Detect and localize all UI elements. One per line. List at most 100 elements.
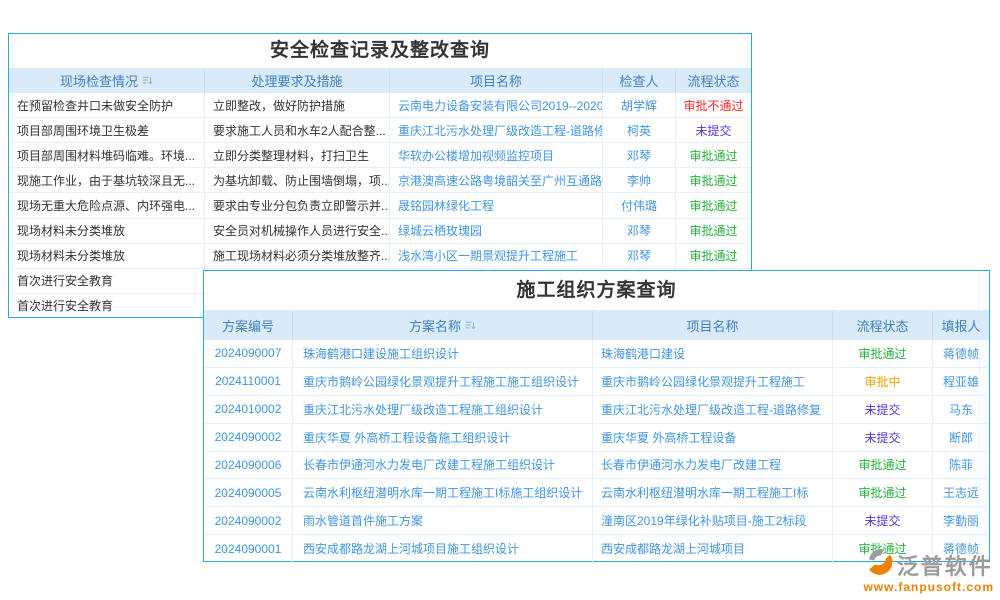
- brand-logo: 泛普软件 www.fanpusoft.com: [863, 547, 994, 594]
- reporter-name: 王志远: [933, 479, 989, 506]
- fanpu-logo-icon: [865, 547, 895, 582]
- project-name-link[interactable]: 长春市伊通河水力发电厂改建工程: [593, 452, 833, 479]
- project-name-link[interactable]: 云南电力设备安装有限公司2019--2020年度: [390, 93, 603, 117]
- action-measures: 安全员对机械操作人员进行安全...: [205, 219, 390, 243]
- action-measures: 要求施工人员和水车2人配合整...: [205, 118, 390, 142]
- inspector-name: 付伟璐: [603, 193, 676, 217]
- plan-code-link[interactable]: 2024090005: [204, 479, 293, 506]
- plan-code-link[interactable]: 2024090007: [204, 340, 293, 367]
- flow-status: 审批不通过: [676, 93, 751, 117]
- inspector-name: 邓琴: [603, 244, 676, 268]
- project-name-link[interactable]: 重庆市鹅岭公园绿化景观提升工程施工: [593, 368, 833, 395]
- flow-status: 审批通过: [676, 244, 751, 268]
- reporter-name: 马东: [933, 396, 989, 423]
- plan-name-link[interactable]: 重庆江北污水处理厂级改造工程施工组织设计: [293, 396, 593, 423]
- brand-website: www.fanpusoft.com: [863, 580, 994, 594]
- table-row: 项目部周围环境卫生极差要求施工人员和水车2人配合整...重庆江北污水处理厂级改造…: [9, 118, 751, 143]
- project-name-link[interactable]: 重庆江北污水处理厂级改造工程-道路修复: [593, 396, 833, 423]
- column-header-flow-status: 流程状态: [833, 310, 933, 340]
- inspection-situation: 首次进行安全教育: [9, 294, 205, 318]
- reporter-name: 断郎: [933, 424, 989, 451]
- flow-status: 未提交: [833, 424, 933, 451]
- project-name-link[interactable]: 云南水利枢纽潜明水库一期工程施工I标: [593, 479, 833, 506]
- action-measures: 立即分类整理材料，打扫卫生: [205, 143, 390, 167]
- table-row: 2024090002重庆华夏 外高桥工程设备施工组织设计重庆华夏 外高桥工程设备…: [204, 424, 989, 452]
- table-row: 在预留检查井口未做安全防护立即整改，做好防护措施云南电力设备安装有限公司2019…: [9, 93, 751, 118]
- table-row: 项目部周围材料堆码临难。环境...立即分类整理材料，打扫卫生华软办公楼增加视频监…: [9, 143, 751, 168]
- column-header-label: 流程状态: [687, 71, 739, 90]
- plan-code-link[interactable]: 2024090001: [204, 535, 293, 562]
- column-header-inspector: 检查人: [603, 68, 676, 93]
- table-row: 2024090005云南水利枢纽潜明水库一期工程施工I标施工组织设计云南水利枢纽…: [204, 479, 989, 507]
- flow-status: 审批通过: [676, 219, 751, 243]
- construction-plan-panel: 施工组织方案查询 方案编号 方案名称 项目名称 流程状态 填报人 2024090…: [203, 270, 990, 562]
- table-row: 现施工作业，由于基坑较深且无...为基坑卸载、防止围墙倒塌，项...京港澳高速公…: [9, 168, 751, 193]
- reporter-name: 李勤丽: [933, 507, 989, 534]
- plan-name-link[interactable]: 西安成都路龙湖上河城项目施工组织设计: [293, 535, 593, 562]
- project-name-link[interactable]: 重庆华夏 外高桥工程设备: [593, 424, 833, 451]
- inspection-situation: 现场材料未分类堆放: [9, 219, 205, 243]
- column-header-plan-name[interactable]: 方案名称: [293, 310, 593, 340]
- plan-code-link[interactable]: 2024090002: [204, 507, 293, 534]
- project-name-link[interactable]: 珠海鹤港口建设: [593, 340, 833, 367]
- action-measures: 立即整改，做好防护措施: [205, 93, 390, 117]
- column-header-plan-code: 方案编号: [204, 310, 293, 340]
- table-row: 2024090002雨水管道首件施工方案潼南区2019年绿化补贴项目-施工2标段…: [204, 507, 989, 535]
- column-header-label: 处理要求及措施: [251, 71, 342, 90]
- column-header-label: 检查人: [619, 71, 658, 90]
- plan-name-link[interactable]: 重庆市鹅岭公园绿化景观提升工程施工施工组织设计: [293, 368, 593, 395]
- column-header-label: 填报人: [941, 316, 980, 335]
- flow-status: 审批通过: [833, 340, 933, 367]
- flow-status: 审批通过: [833, 452, 933, 479]
- plan-code-link[interactable]: 2024110001: [204, 368, 293, 395]
- plan-name-link[interactable]: 云南水利枢纽潜明水库一期工程施工I标施工组织设计: [293, 479, 593, 506]
- inspector-name: 邓琴: [603, 219, 676, 243]
- flow-status: 未提交: [833, 507, 933, 534]
- column-header-label: 方案编号: [222, 316, 274, 335]
- action-measures: 为基坑卸载、防止围墙倒塌，项...: [205, 168, 390, 192]
- brand-name: 泛普软件: [897, 549, 993, 581]
- inspector-name: 胡学辉: [603, 93, 676, 117]
- plan-code-link[interactable]: 2024090006: [204, 452, 293, 479]
- reporter-name: 蒋德帧: [933, 340, 989, 367]
- project-name-link[interactable]: 华软办公楼增加视频监控项目: [390, 143, 603, 167]
- table-row: 2024010002重庆江北污水处理厂级改造工程施工组织设计重庆江北污水处理厂级…: [204, 396, 989, 424]
- plan-code-link[interactable]: 2024010002: [204, 396, 293, 423]
- table-row: 2024090007珠海鹤港口建设施工组织设计珠海鹤港口建设审批通过蒋德帧: [204, 340, 989, 368]
- column-header-label: 方案名称: [409, 316, 461, 335]
- project-name-link[interactable]: 重庆江北污水处理厂级改造工程-道路修复: [390, 118, 603, 142]
- plan-name-link[interactable]: 雨水管道首件施工方案: [293, 507, 593, 534]
- inspection-situation: 现场无重大危险点源、内环强电...: [9, 193, 205, 217]
- table-header: 方案编号 方案名称 项目名称 流程状态 填报人: [204, 310, 989, 340]
- sort-icon[interactable]: [142, 75, 153, 86]
- plan-name-link[interactable]: 珠海鹤港口建设施工组织设计: [293, 340, 593, 367]
- panel-title: 安全检查记录及整改查询: [9, 34, 751, 68]
- plan-name-link[interactable]: 长春市伊通河水力发电厂改建工程施工组织设计: [293, 452, 593, 479]
- flow-status: 审批中: [833, 368, 933, 395]
- project-name-link[interactable]: 浅水湾小区一期景观提升工程施工: [390, 244, 603, 268]
- panel-title: 施工组织方案查询: [204, 271, 989, 310]
- column-header-project-name: 项目名称: [593, 310, 833, 340]
- plan-name-link[interactable]: 重庆华夏 外高桥工程设备施工组织设计: [293, 424, 593, 451]
- project-name-link[interactable]: 京港澳高速公路粤境韶关至广州互通路面改: [390, 168, 603, 192]
- table-row: 2024110001重庆市鹅岭公园绿化景观提升工程施工施工组织设计重庆市鹅岭公园…: [204, 368, 989, 396]
- inspector-name: 李帅: [603, 168, 676, 192]
- plan-code-link[interactable]: 2024090002: [204, 424, 293, 451]
- inspector-name: 邓琴: [603, 143, 676, 167]
- project-name-link[interactable]: 潼南区2019年绿化补贴项目-施工2标段: [593, 507, 833, 534]
- column-header-label: 项目名称: [470, 71, 522, 90]
- table-header: 现场检查情况 处理要求及措施 项目名称 检查人 流程状态: [9, 68, 751, 93]
- flow-status: 审批通过: [676, 193, 751, 217]
- action-measures: 施工现场材料必须分类堆放整齐...: [205, 244, 390, 268]
- project-name-link[interactable]: 晟铭园林绿化工程: [390, 193, 603, 217]
- inspector-name: 柯英: [603, 118, 676, 142]
- inspection-situation: 首次进行安全教育: [9, 269, 205, 293]
- inspection-situation: 现施工作业，由于基坑较深且无...: [9, 168, 205, 192]
- table-row: 现场无重大危险点源、内环强电...要求由专业分包负责立即警示并...晟铭园林绿化…: [9, 193, 751, 218]
- project-name-link[interactable]: 西安成都路龙湖上河城项目: [593, 535, 833, 562]
- table-body: 2024090007珠海鹤港口建设施工组织设计珠海鹤港口建设审批通过蒋德帧202…: [204, 340, 989, 562]
- column-header-inspection-situation[interactable]: 现场检查情况: [9, 68, 205, 93]
- project-name-link[interactable]: 绿城云栖玫瑰园: [390, 219, 603, 243]
- sort-icon[interactable]: [465, 320, 476, 331]
- column-header-label: 现场检查情况: [60, 71, 138, 90]
